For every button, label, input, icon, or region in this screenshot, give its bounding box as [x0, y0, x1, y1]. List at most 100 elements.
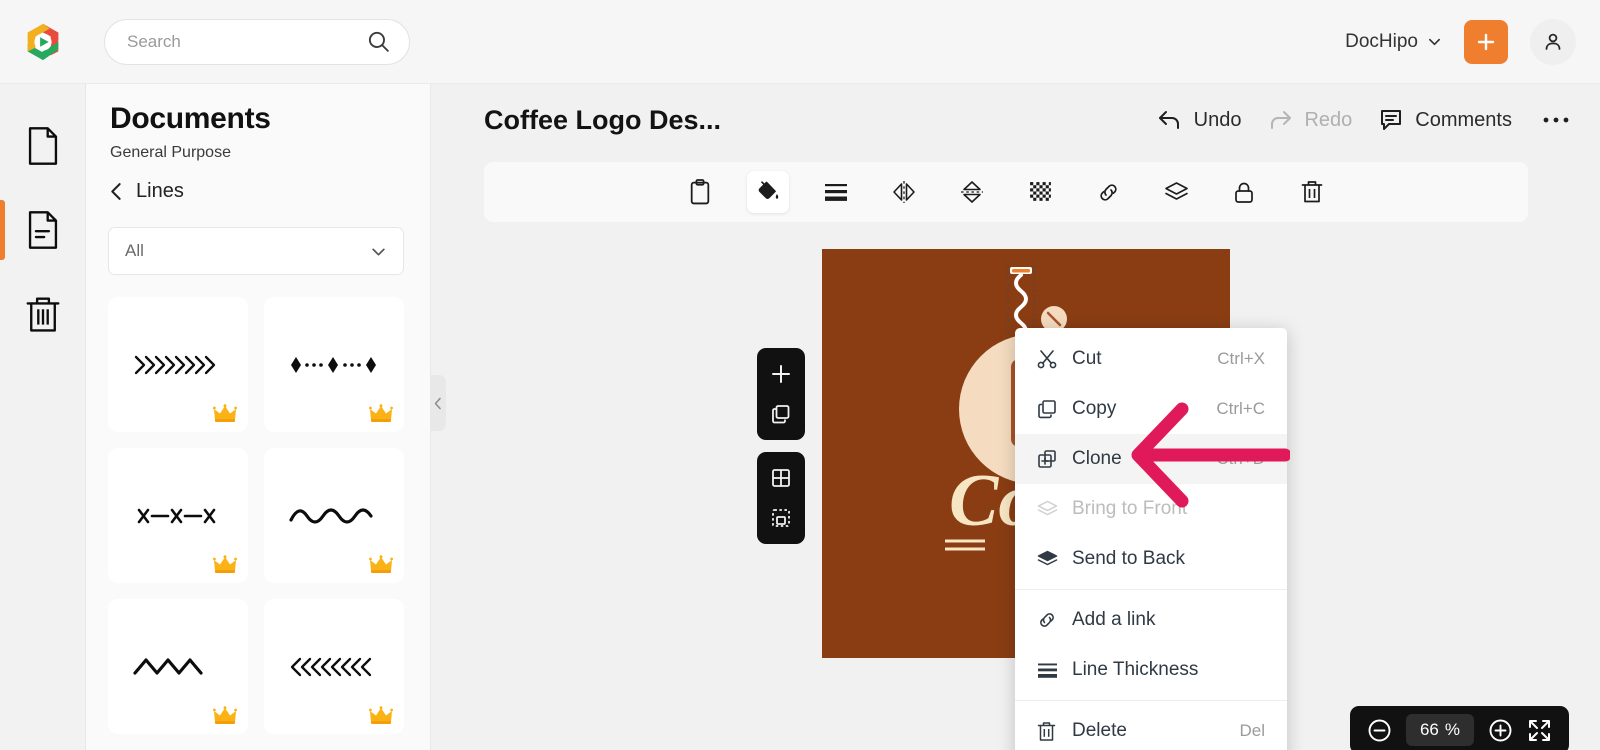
- user-icon: [1545, 33, 1561, 50]
- context-menu-item-clone[interactable]: Clone Ctrl+D: [1015, 434, 1287, 484]
- context-menu-label: Delete: [1072, 720, 1127, 741]
- zigzag-pattern-icon: [133, 657, 203, 675]
- search-icon[interactable]: [366, 29, 391, 54]
- line-thickness-icon: [825, 184, 847, 201]
- trash-icon: [26, 297, 59, 332]
- crown-icon: [369, 555, 393, 573]
- app-logo-wrap[interactable]: [0, 21, 86, 63]
- tool-add-link[interactable]: [1087, 171, 1129, 213]
- chevrons-left-pattern-icon: [290, 657, 372, 676]
- tool-layers[interactable]: [1155, 171, 1197, 213]
- tool-line-thickness[interactable]: [815, 171, 857, 213]
- context-menu-label: Send to Back: [1072, 548, 1186, 569]
- documents-panel: Documents General Purpose Lines All: [86, 84, 431, 750]
- wave-pattern-icon: [289, 507, 373, 524]
- zoom-in-button[interactable]: [1488, 718, 1513, 743]
- context-menu-item-bring-to-front: Bring to Front: [1015, 484, 1287, 534]
- search-input[interactable]: [127, 31, 366, 52]
- context-menu-separator: [1015, 700, 1287, 701]
- context-menu-item-send-to-back[interactable]: Send to Back: [1015, 534, 1287, 584]
- workspace-selector[interactable]: DocHipo: [1345, 31, 1442, 53]
- comments-button[interactable]: Comments: [1378, 107, 1512, 133]
- tool-clipboard[interactable]: [679, 171, 721, 213]
- undo-arrow-icon: [1158, 111, 1179, 129]
- search-box[interactable]: [104, 18, 410, 65]
- category-filter-select[interactable]: All: [108, 227, 404, 275]
- view-tools-panel: [757, 452, 805, 544]
- line-tile-diamond-dots[interactable]: [264, 297, 404, 432]
- clipboard-icon: [690, 179, 710, 205]
- rail-item-documents[interactable]: [0, 188, 86, 272]
- context-menu-separator: [1015, 589, 1287, 590]
- grid-view-button[interactable]: [762, 461, 800, 495]
- context-menu-item-add-a-link[interactable]: Add a link: [1015, 595, 1287, 645]
- context-menu-item-delete[interactable]: Delete Del: [1015, 706, 1287, 750]
- tool-lock[interactable]: [1223, 171, 1265, 213]
- undo-label: Undo: [1193, 108, 1242, 131]
- context-menu-item-cut[interactable]: Cut Ctrl+X: [1015, 334, 1287, 384]
- copy-icon: [772, 405, 790, 424]
- zoom-out-button[interactable]: [1367, 718, 1392, 743]
- chevron-left-icon: [434, 397, 441, 409]
- panel-back-button[interactable]: Lines: [86, 162, 430, 203]
- line-tile-x-dash[interactable]: [108, 448, 248, 583]
- account-button[interactable]: [1530, 18, 1576, 65]
- context-menu: Cut Ctrl+X Copy Ctrl+C Clone Ctrl+D Brin…: [1015, 328, 1287, 750]
- context-menu-label: Line Thickness: [1072, 659, 1199, 680]
- line-tile-wave[interactable]: [264, 448, 404, 583]
- checker-pattern-icon: [1029, 181, 1051, 201]
- rail-item-blank-page[interactable]: [0, 104, 86, 188]
- document-header: Coffee Logo Des... Undo Redo Comments: [431, 84, 1600, 156]
- comments-label: Comments: [1415, 108, 1512, 131]
- document-title[interactable]: Coffee Logo Des...: [484, 105, 721, 136]
- add-page-button[interactable]: [762, 357, 800, 391]
- paint-bucket-icon: [758, 180, 778, 199]
- line-tile-chevrons-right[interactable]: [108, 297, 248, 432]
- dashed-select-icon: [772, 509, 790, 527]
- trash-icon: [1301, 181, 1323, 203]
- create-new-button[interactable]: [1464, 19, 1508, 64]
- grid-icon: [772, 469, 790, 487]
- ellipsis-icon: [1543, 117, 1569, 123]
- context-menu-item-copy[interactable]: Copy Ctrl+C: [1015, 384, 1287, 434]
- panel-collapse-handle[interactable]: [430, 375, 446, 431]
- panel-back-label: Lines: [136, 180, 184, 202]
- clone-icon: [1036, 448, 1072, 470]
- page-tools-panel: [757, 348, 805, 440]
- tool-transparency[interactable]: [1019, 171, 1061, 213]
- trash-icon: [1036, 720, 1072, 743]
- fullscreen-button[interactable]: [1527, 718, 1552, 743]
- select-area-button[interactable]: [762, 501, 800, 535]
- crown-icon: [213, 706, 237, 724]
- icon-rail: [0, 84, 86, 750]
- plus-icon: [772, 365, 790, 383]
- rail-item-trash[interactable]: [0, 272, 86, 356]
- document-actions: Undo Redo Comments: [1157, 107, 1570, 133]
- duplicate-page-button[interactable]: [762, 397, 800, 431]
- more-options-button[interactable]: [1538, 115, 1570, 125]
- tool-flip-horizontal[interactable]: [883, 171, 925, 213]
- element-toolbar: [484, 162, 1528, 222]
- plus-icon: [1477, 33, 1495, 50]
- crown-icon: [369, 706, 393, 724]
- redo-button[interactable]: Redo: [1267, 107, 1352, 133]
- line-thickness-icon: [1036, 661, 1072, 680]
- context-menu-shortcut: Ctrl+X: [1217, 349, 1265, 368]
- zoom-unit: %: [1444, 720, 1461, 739]
- link-icon: [1036, 609, 1072, 631]
- zoom-level-display[interactable]: 66 %: [1406, 714, 1474, 746]
- send-back-icon: [1036, 549, 1072, 570]
- link-icon: [1099, 183, 1117, 201]
- chevron-left-icon: [111, 183, 121, 200]
- tool-delete[interactable]: [1291, 171, 1333, 213]
- tool-flip-vertical[interactable]: [951, 171, 993, 213]
- x-dash-pattern-icon: [137, 508, 216, 523]
- line-tile-zigzag[interactable]: [108, 599, 248, 734]
- undo-button[interactable]: Undo: [1157, 107, 1242, 133]
- context-menu-shortcut: Ctrl+C: [1216, 399, 1265, 418]
- tool-fill-color[interactable]: [747, 171, 789, 213]
- line-tile-chevrons-left[interactable]: [264, 599, 404, 734]
- context-menu-item-line-thickness[interactable]: Line Thickness: [1015, 645, 1287, 695]
- context-menu-label: Copy: [1072, 398, 1117, 419]
- comment-icon: [1381, 110, 1402, 130]
